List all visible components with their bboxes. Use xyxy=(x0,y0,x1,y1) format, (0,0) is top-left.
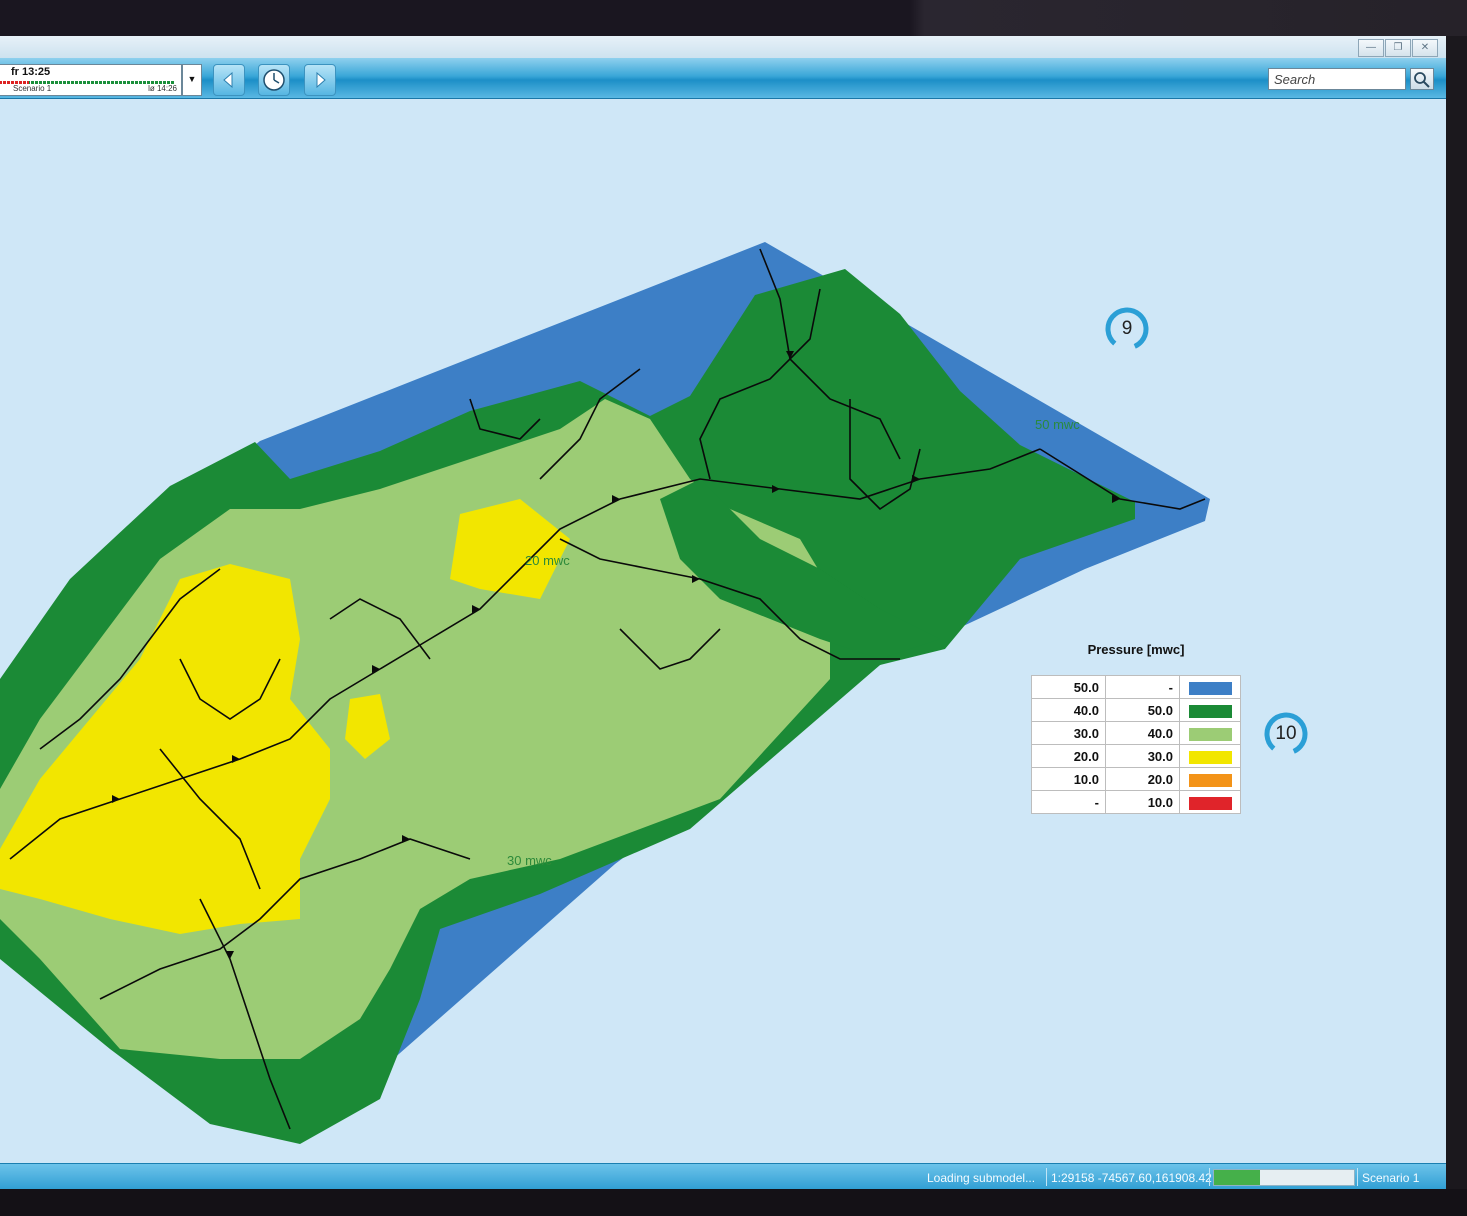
active-scenario: Scenario 1 xyxy=(1362,1171,1420,1185)
legend-swatch xyxy=(1188,796,1232,810)
status-bar: Loading submodel... 1:29158 -74567.60,16… xyxy=(0,1163,1446,1189)
clock-icon xyxy=(263,69,285,91)
scenario-label: Scenario 1 xyxy=(13,84,52,93)
status-separator xyxy=(1357,1168,1358,1186)
legend-to: 50.0 xyxy=(1105,698,1180,722)
callout-badge-9: 9 xyxy=(1102,304,1152,354)
progress-fill xyxy=(1214,1170,1261,1185)
window-titlebar: — ❐ ✕ xyxy=(0,36,1446,58)
legend-from: 10.0 xyxy=(1031,767,1106,791)
contour-label-30: 30 mwc xyxy=(507,853,552,868)
current-time-button[interactable] xyxy=(258,64,290,96)
toolbar: fr 13:25 Scenario 1 lø 14:26 ▼ Search xyxy=(0,58,1446,99)
legend-row: 20.0 30.0 xyxy=(1031,744,1241,768)
monitor-bezel-bottom xyxy=(0,1189,1467,1216)
legend-row: -10.0 xyxy=(1031,790,1241,814)
restore-button[interactable]: ❐ xyxy=(1385,39,1411,57)
next-step-button[interactable] xyxy=(304,64,336,96)
application-window: — ❐ ✕ fr 13:25 Scenario 1 lø 14:26 ▼ Sea… xyxy=(0,36,1446,1189)
search-button[interactable] xyxy=(1410,68,1434,90)
timeline-dropdown-button[interactable]: ▼ xyxy=(182,64,202,96)
end-time: lø 14:26 xyxy=(148,84,177,93)
legend-from: - xyxy=(1031,790,1106,814)
legend-from: 20.0 xyxy=(1031,744,1106,768)
chevron-down-icon: ▼ xyxy=(187,74,197,84)
legend-swatch xyxy=(1188,750,1232,764)
timeline-selector[interactable]: fr 13:25 Scenario 1 lø 14:26 xyxy=(0,64,182,96)
map-scale-coordinates: 1:29158 -74567.60,161908.42 xyxy=(1051,1171,1212,1185)
arrow-right-icon xyxy=(316,71,326,89)
arrow-left-icon xyxy=(223,71,233,89)
window-controls: — ❐ ✕ xyxy=(1357,39,1438,57)
legend-from: 40.0 xyxy=(1031,698,1106,722)
legend-row: 30.0 40.0 xyxy=(1031,721,1241,745)
legend-swatch xyxy=(1188,773,1232,787)
status-separator xyxy=(1046,1168,1047,1186)
legend-row: 40.0 50.0 xyxy=(1031,698,1241,722)
minimize-button[interactable]: — xyxy=(1358,39,1384,57)
contour-label-20: 20 mwc xyxy=(525,553,570,568)
search-icon xyxy=(1414,72,1430,88)
legend-to: 40.0 xyxy=(1105,721,1180,745)
status-message: Loading submodel... xyxy=(927,1171,1036,1185)
legend-swatch xyxy=(1188,704,1232,718)
legend-from: 30.0 xyxy=(1031,721,1106,745)
status-separator xyxy=(1209,1168,1210,1186)
contour-label-50: 50 mwc xyxy=(1035,417,1080,432)
legend-to: 30.0 xyxy=(1105,744,1180,768)
callout-number: 10 xyxy=(1275,723,1297,744)
legend-swatch xyxy=(1188,727,1232,741)
legend-from: 50.0 xyxy=(1031,675,1106,699)
legend-table: 50.0- 40.0 50.0 30.0 40.0 20.0 30.0 10.0 20.… xyxy=(1031,675,1241,814)
monitor-bezel-right xyxy=(1446,36,1467,1189)
loading-progress-bar xyxy=(1213,1169,1355,1186)
legend-swatch xyxy=(1188,681,1232,695)
callout-number: 9 xyxy=(1121,318,1133,339)
callout-badge-10: 10 xyxy=(1261,709,1311,759)
current-time: fr 13:25 xyxy=(11,66,51,78)
legend-row: 10.0 20.0 xyxy=(1031,767,1241,791)
legend-to: 10.0 xyxy=(1105,790,1180,814)
monitor-bezel-top xyxy=(0,0,1467,36)
search-input[interactable]: Search xyxy=(1268,68,1406,90)
close-button[interactable]: ✕ xyxy=(1412,39,1438,57)
legend-title: Pressure [mwc] xyxy=(1087,642,1185,657)
legend-row: 50.0- xyxy=(1031,675,1241,699)
legend-to: - xyxy=(1105,675,1180,699)
legend-to: 20.0 xyxy=(1105,767,1180,791)
previous-step-button[interactable] xyxy=(213,64,245,96)
